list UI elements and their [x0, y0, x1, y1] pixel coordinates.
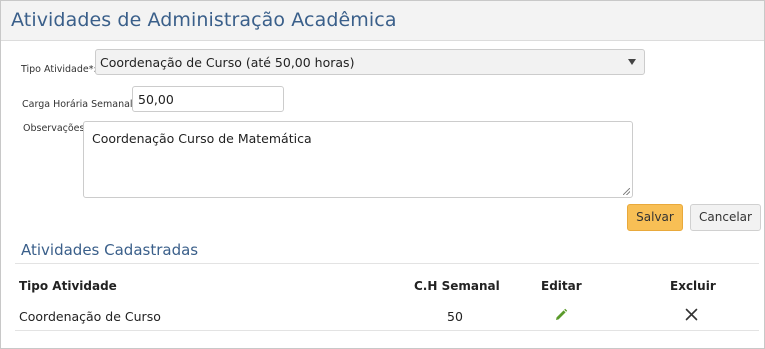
panel-header: Atividades de Administração Acadêmica: [1, 1, 764, 41]
column-header-tipo-atividade: Tipo Atividade: [19, 279, 117, 293]
row-tipo-atividade: Coordenação de Curso: [19, 309, 161, 324]
chevron-down-icon: [628, 59, 636, 65]
carga-horaria-label: Carga Horária Semanal*:: [22, 99, 141, 110]
cancel-button[interactable]: Cancelar: [690, 204, 761, 231]
section-title-atividades-cadastradas: Atividades Cadastradas: [21, 241, 199, 259]
observacoes-value: Coordenação Curso de Matemática: [92, 131, 312, 146]
pencil-icon[interactable]: [554, 308, 568, 322]
carga-horaria-value: 50,00: [138, 92, 174, 107]
observacoes-label: Observações:: [23, 123, 88, 134]
column-header-ch-semanal: C.H Semanal: [414, 279, 500, 293]
page-title: Atividades de Administração Acadêmica: [11, 9, 397, 31]
column-header-excluir: Excluir: [670, 279, 716, 293]
section-divider: [15, 263, 759, 264]
tipo-atividade-label: Tipo Atividade*:: [21, 64, 97, 75]
row-ch-semanal: 50: [447, 309, 463, 324]
tipo-atividade-select[interactable]: Coordenação de Curso (até 50,00 horas): [95, 49, 645, 75]
observacoes-textarea[interactable]: Coordenação Curso de Matemática: [83, 121, 633, 198]
resize-handle-icon[interactable]: [623, 188, 630, 195]
save-button[interactable]: Salvar: [627, 204, 683, 231]
main-panel: Atividades de Administração Acadêmica Ti…: [0, 0, 765, 349]
column-header-editar: Editar: [541, 279, 582, 293]
row-divider: [15, 330, 759, 331]
carga-horaria-input[interactable]: 50,00: [132, 86, 284, 112]
tipo-atividade-selected-value: Coordenação de Curso (até 50,00 horas): [100, 55, 355, 70]
close-icon[interactable]: [685, 308, 698, 321]
